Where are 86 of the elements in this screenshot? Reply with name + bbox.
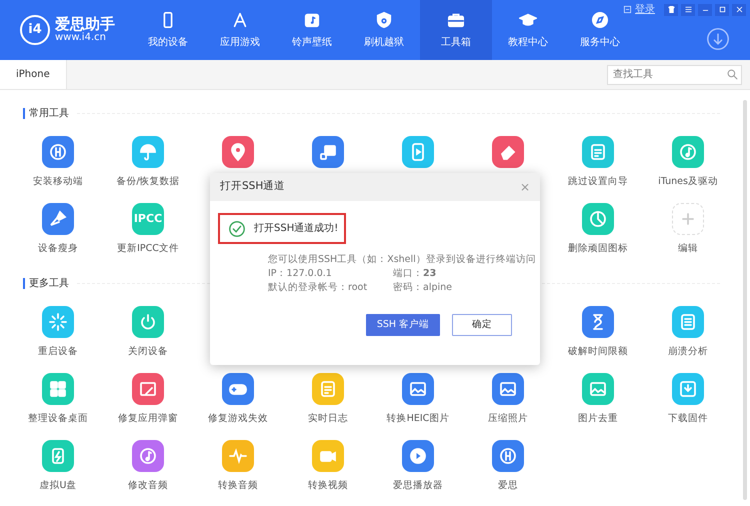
nav-item[interactable]: 刷机越狱 bbox=[348, 0, 420, 60]
tool-label[interactable]: 转换音频 bbox=[218, 481, 258, 490]
pie-chart-icon[interactable] bbox=[582, 203, 614, 235]
section-title: 常用工具 bbox=[23, 108, 69, 118]
tool-label[interactable]: 下载固件 bbox=[668, 414, 708, 424]
gamepad-icon[interactable] bbox=[222, 373, 254, 405]
tool-label[interactable]: 跳过设置向导 bbox=[568, 177, 628, 186]
phone-play-icon[interactable] bbox=[402, 136, 434, 168]
logo-icon[interactable] bbox=[492, 440, 524, 472]
tool-label[interactable]: 图片去重 bbox=[578, 414, 618, 424]
app-url: www.i4.cn bbox=[55, 32, 107, 44]
maximize-icon[interactable] bbox=[718, 5, 726, 14]
image-icon[interactable] bbox=[492, 373, 524, 405]
music-note-icon[interactable] bbox=[132, 440, 164, 472]
brush-icon[interactable] bbox=[42, 203, 74, 235]
info-text: 您可以使用SSH工具（如：Xshell）登录到设备进行终端访问 bbox=[268, 253, 537, 267]
info-text: 密码：alpine bbox=[393, 281, 452, 295]
ok-button[interactable]: 确定 bbox=[452, 314, 512, 336]
play-icon[interactable] bbox=[402, 440, 434, 472]
tool-label[interactable]: 爱思播放器 bbox=[393, 481, 443, 490]
waveform-icon[interactable] bbox=[222, 440, 254, 472]
nav-item[interactable]: 教程中心 bbox=[492, 0, 564, 60]
list-icon[interactable] bbox=[672, 306, 704, 338]
app-name: 爱思助手 bbox=[55, 16, 115, 32]
tool-label[interactable]: 修复游戏失效 bbox=[208, 414, 268, 424]
compass-icon bbox=[591, 10, 609, 28]
tool-label[interactable]: 重启设备 bbox=[38, 347, 78, 356]
tool-label[interactable]: 虚拟U盘 bbox=[40, 481, 76, 490]
download-icon[interactable] bbox=[706, 27, 730, 51]
nav-item[interactable]: 应用游戏 bbox=[204, 0, 276, 60]
nav-item[interactable]: 我的设备 bbox=[132, 0, 204, 60]
tool-label[interactable]: 安装移动端 bbox=[33, 177, 83, 186]
tool-label[interactable]: 关闭设备 bbox=[128, 347, 168, 356]
close-icon[interactable] bbox=[734, 5, 744, 14]
document-icon[interactable] bbox=[312, 373, 344, 405]
usb-drive-icon[interactable] bbox=[42, 440, 74, 472]
ssh-client-button[interactable]: SSH 客户端 bbox=[366, 314, 440, 336]
image-icon[interactable] bbox=[582, 373, 614, 405]
tool-label[interactable]: 爱思 bbox=[498, 481, 518, 490]
tool-label[interactable]: 修复应用弹窗 bbox=[118, 414, 178, 424]
info-text: 端口：23 bbox=[393, 267, 436, 281]
spinner-icon[interactable] bbox=[42, 306, 74, 338]
tool-label[interactable]: 转换视频 bbox=[308, 481, 348, 490]
power-icon[interactable] bbox=[132, 306, 164, 338]
tool-label[interactable]: 备份/恢复数据 bbox=[116, 177, 180, 186]
device-tab[interactable]: iPhone bbox=[0, 60, 67, 89]
tool-label[interactable]: 压缩照片 bbox=[488, 414, 528, 424]
download-icon[interactable] bbox=[672, 373, 704, 405]
logo-icon[interactable] bbox=[42, 136, 74, 168]
umbrella-icon[interactable] bbox=[132, 136, 164, 168]
grid-icon[interactable] bbox=[42, 373, 74, 405]
app-store-icon bbox=[231, 10, 249, 28]
tool-label[interactable]: 修改音频 bbox=[128, 481, 168, 490]
music-note-icon[interactable] bbox=[672, 136, 704, 168]
menu-icon[interactable] bbox=[684, 5, 692, 14]
search-field[interactable]: 查找工具 bbox=[607, 64, 742, 84]
success-text: 打开SSH通道成功! bbox=[254, 222, 338, 236]
tool-label[interactable]: 编辑 bbox=[678, 244, 698, 254]
screen-mirror-icon[interactable] bbox=[312, 136, 344, 168]
skin-icon[interactable] bbox=[666, 5, 676, 14]
login-icon bbox=[623, 5, 632, 14]
section-title: 更多工具 bbox=[23, 278, 69, 288]
nav-item[interactable]: 铃声壁纸 bbox=[276, 0, 348, 60]
location-pin-icon[interactable] bbox=[222, 136, 254, 168]
search-icon bbox=[727, 68, 738, 80]
scrollbar[interactable] bbox=[743, 100, 747, 500]
tool-label[interactable]: 删除顽固图标 bbox=[568, 244, 628, 254]
tool-label[interactable]: 破解时间限额 bbox=[568, 347, 628, 356]
tool-label[interactable]: 实时日志 bbox=[308, 414, 348, 424]
tool-label[interactable]: 整理设备桌面 bbox=[28, 414, 88, 424]
eraser-icon[interactable] bbox=[492, 136, 524, 168]
document-icon[interactable] bbox=[582, 136, 614, 168]
tool-label[interactable]: 更新IPCC文件 bbox=[117, 244, 179, 254]
tool-label[interactable]: 转换HEIC图片 bbox=[386, 414, 450, 424]
nav-item[interactable]: 工具箱 bbox=[420, 0, 492, 60]
info-text: 默认的登录帐号：root bbox=[268, 281, 368, 295]
image-icon[interactable] bbox=[402, 373, 434, 405]
dialog-title: 打开SSH通道 bbox=[220, 179, 286, 194]
logo-icon: i4 bbox=[20, 15, 50, 45]
tool-label[interactable]: 崩溃分析 bbox=[668, 347, 708, 356]
info-text: IP：127.0.0.1 bbox=[268, 267, 333, 281]
tool-label[interactable]: 设备瘦身 bbox=[38, 244, 78, 254]
shield-icon bbox=[375, 10, 393, 28]
tool-label[interactable]: iTunes及驱动 bbox=[658, 177, 718, 186]
check-circle-icon bbox=[228, 220, 246, 238]
video-camera-icon[interactable] bbox=[312, 440, 344, 472]
